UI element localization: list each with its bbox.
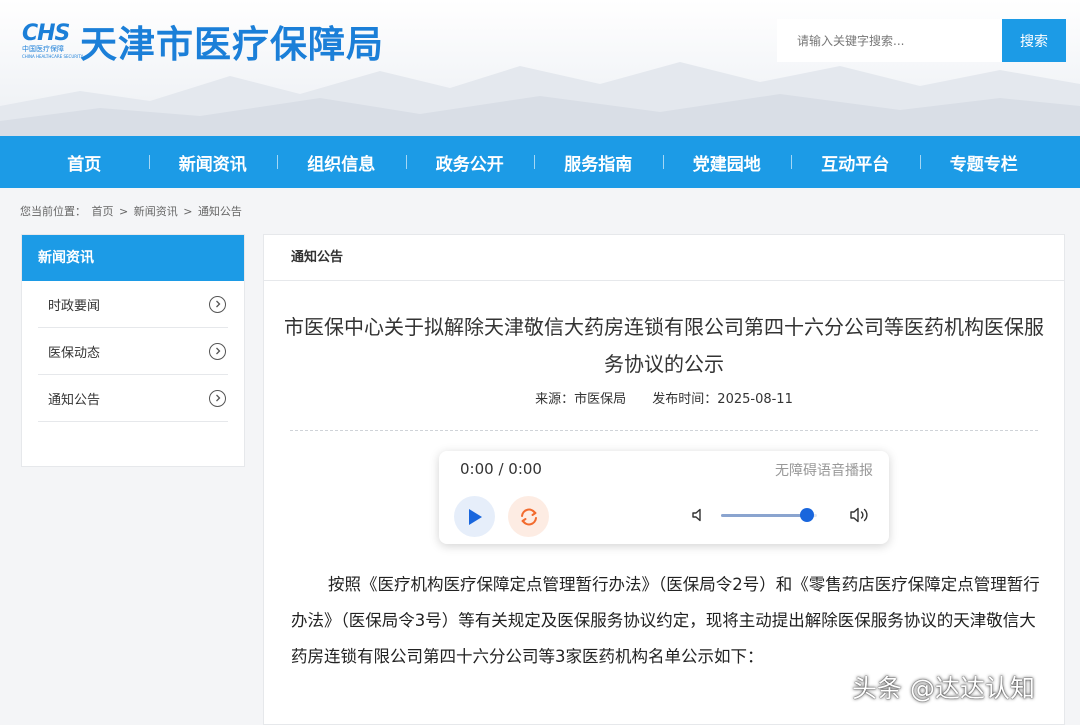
breadcrumb-news[interactable]: 新闻资讯 [134, 205, 178, 218]
sidebar-item-label: 通知公告 [48, 392, 101, 408]
breadcrumb-notices[interactable]: 通知公告 [198, 205, 242, 218]
nav-item-news[interactable]: 新闻资讯 [148, 150, 278, 175]
chevron-right-circle-icon [209, 389, 226, 407]
sidebar-item-notices[interactable]: 通知公告 [38, 375, 228, 422]
chevron-right-circle-icon [209, 342, 226, 360]
chs-emblem: CHS 中国医疗保障 CHINA HEALTHCARE SECURITY [22, 20, 84, 61]
logo-abbr: CHS [22, 20, 70, 46]
player-time: 0:00 / 0:00 [460, 460, 542, 478]
volume-knob[interactable] [800, 508, 815, 522]
article-body: 按照《医疗机构医疗保障定点管理暂行办法》（医保局令2号）和《零售药店医疗保障定点… [291, 575, 1040, 666]
nav-item-interaction[interactable]: 互动平台 [791, 150, 920, 175]
sidebar-item-political-news[interactable]: 时政要闻 [38, 281, 228, 328]
breadcrumb-prefix: 您当前位置： [20, 205, 86, 218]
divider [290, 430, 1038, 431]
audio-player: 0:00 / 0:00 无障碍语音播报 [439, 451, 889, 544]
main-content: 通知公告 市医保中心关于拟解除天津敬信大药房连锁有限公司第四十六分公司等医药机构… [263, 234, 1065, 725]
logo-subtitle-en: CHINA HEALTHCARE SECURITY [22, 53, 84, 59]
breadcrumb-separator: > [119, 205, 129, 218]
nav-item-home[interactable]: 首页 [20, 150, 149, 175]
nav-item-organization[interactable]: 组织信息 [277, 150, 406, 175]
search-input[interactable] [777, 19, 1002, 62]
sidebar-item-label: 时政要闻 [48, 298, 101, 314]
section-title: 通知公告 [264, 235, 1064, 281]
replay-icon [520, 508, 537, 525]
sidebar-item-label: 医保动态 [48, 345, 101, 361]
article-meta: 来源：市医保局 发布时间：2025-08-11 [264, 388, 1064, 407]
sidebar-item-medicare-news[interactable]: 医保动态 [38, 328, 228, 375]
article-source: 来源：市医保局 [535, 392, 627, 407]
replay-button[interactable] [508, 496, 549, 537]
nav-item-government-affairs[interactable]: 政务公开 [405, 150, 535, 175]
breadcrumb-separator: > [183, 205, 193, 218]
nav-item-special-topics[interactable]: 专题专栏 [919, 150, 1049, 175]
play-icon [468, 508, 482, 525]
site-header: CHS 中国医疗保障 CHINA HEALTHCARE SECURITY 天津市… [0, 0, 1080, 136]
article-title: 市医保中心关于拟解除天津敬信大药房连锁有限公司第四十六分公司等医药机构医保服务协… [284, 315, 1044, 376]
site-title: 天津市医疗保障局 [80, 23, 384, 66]
nav-item-party-building[interactable]: 党建园地 [662, 150, 792, 175]
sidebar: 新闻资讯 时政要闻 医保动态 通知公告 [21, 234, 245, 467]
breadcrumb-home[interactable]: 首页 [92, 205, 114, 218]
player-label: 无障碍语音播报 [775, 463, 873, 479]
article-publish-time: 发布时间：2025-08-11 [652, 392, 793, 407]
logo-subtitle: 中国医疗保障 [22, 44, 64, 53]
play-button[interactable] [454, 496, 495, 537]
sidebar-title: 新闻资讯 [22, 235, 244, 281]
chevron-right-circle-icon [209, 295, 226, 313]
main-nav: 首页 新闻资讯 组织信息 政务公开 服务指南 党建园地 互动平台 专题专栏 [0, 136, 1080, 188]
volume-fill [721, 514, 808, 517]
volume-high-icon[interactable] [849, 506, 871, 524]
watermark: 头条 @达达认知 [852, 674, 1035, 703]
volume-low-icon[interactable] [691, 507, 707, 523]
nav-item-service-guide[interactable]: 服务指南 [534, 150, 663, 175]
search-bar: 搜索 [777, 19, 1066, 62]
site-logo[interactable]: CHS 中国医疗保障 CHINA HEALTHCARE SECURITY 天津市… [22, 14, 384, 68]
breadcrumb: 您当前位置： 首页 > 新闻资讯 > 通知公告 [20, 203, 244, 219]
search-button[interactable]: 搜索 [1002, 19, 1066, 62]
